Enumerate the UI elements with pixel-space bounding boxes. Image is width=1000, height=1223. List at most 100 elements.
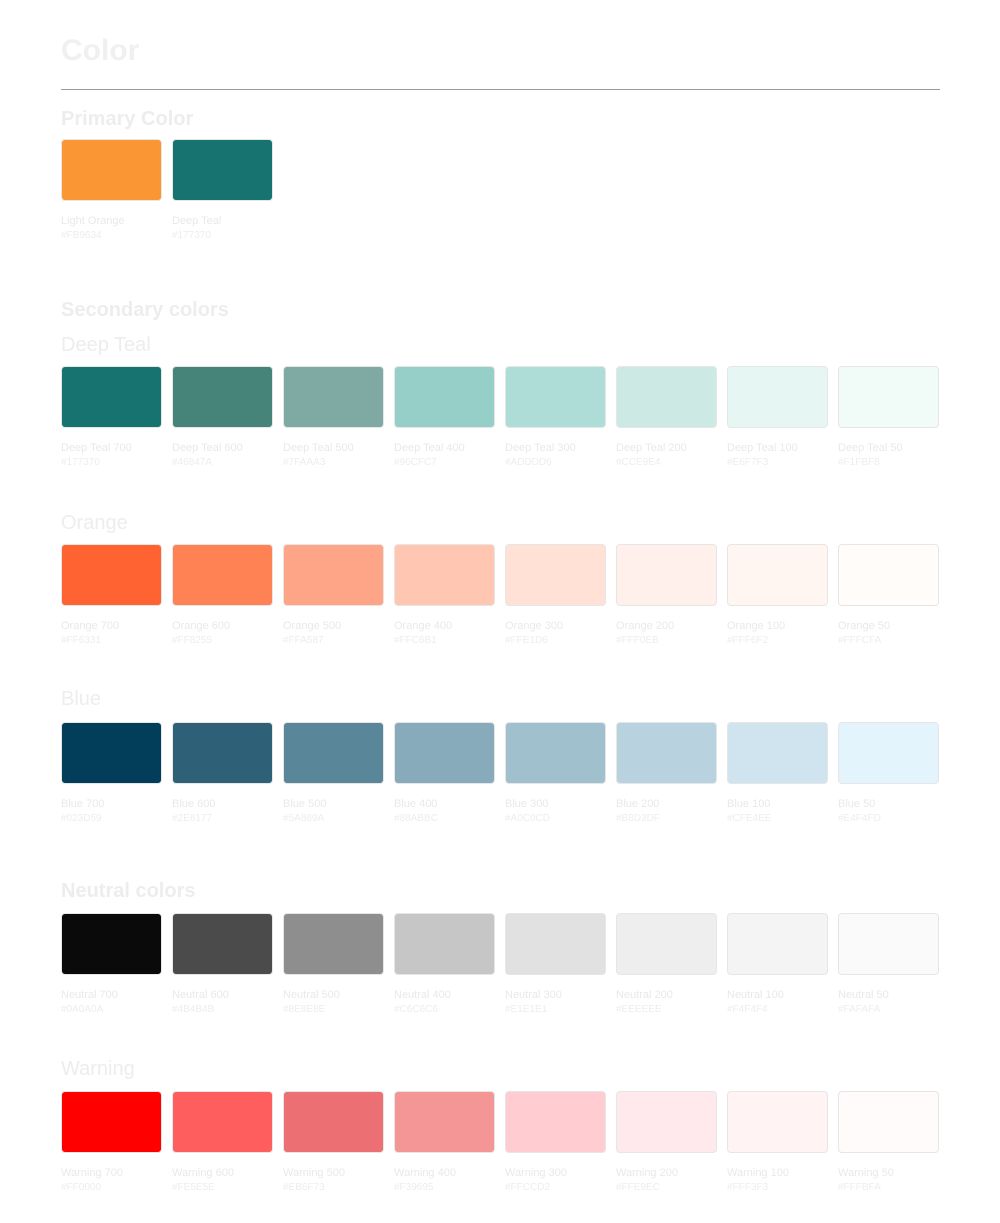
color-swatch[interactable] [172,1091,273,1153]
color-name: Orange 200 [616,620,675,632]
color-swatch[interactable] [61,544,162,606]
color-swatch[interactable] [727,1091,828,1153]
color-card: Blue 50 #E4F4FD [838,722,939,825]
primary-color-heading: Primary Color [61,108,194,130]
color-hex: #96CFC7 [394,457,437,468]
color-hex: #E4F4FD [838,813,881,824]
color-swatch[interactable] [727,544,828,606]
color-swatch[interactable] [838,544,939,606]
color-card: Orange 50 #FFFCFA [838,544,939,647]
color-card: Neutral 50 #FAFAFA [838,913,939,1016]
color-swatch[interactable] [838,366,939,428]
color-swatch[interactable] [505,1091,606,1153]
color-card: Deep Teal #177370 [172,139,273,242]
color-hex: #FFCCD2 [505,1182,551,1193]
color-name: Neutral 100 [727,989,784,1001]
color-swatch[interactable] [61,1091,162,1153]
color-swatch[interactable] [172,366,273,428]
color-swatch[interactable] [61,913,162,975]
color-card: Warning 600 #FE5E5E [172,1091,273,1194]
color-name: Blue 400 [394,798,438,810]
color-name: Warning 600 [172,1167,234,1179]
color-card: Deep Teal 400 #96CFC7 [394,366,495,469]
color-swatch[interactable] [505,913,606,975]
color-hex: #F4F4F4 [727,1004,768,1015]
color-name: Deep Teal [172,215,222,227]
primary-color-row: Light Orange #FB9634 Deep Teal #177370 [61,139,940,242]
color-card: Light Orange #FB9634 [61,139,162,242]
color-swatch[interactable] [727,913,828,975]
color-name: Neutral 700 [61,989,118,1001]
color-name: Warning 300 [505,1167,567,1179]
color-swatch[interactable] [394,366,495,428]
color-swatch[interactable] [616,1091,717,1153]
color-name: Warning 100 [727,1167,789,1179]
color-swatch[interactable] [727,722,828,784]
color-swatch[interactable] [394,722,495,784]
color-hex: #C6C6C6 [394,1004,438,1015]
color-hex: #FF0000 [61,1182,102,1193]
color-group-row: Neutral 700 #0A0A0A Neutral 600 #4B4B4B Neut… [61,913,940,1016]
color-name: Orange 400 [394,620,453,632]
color-name: Orange 50 [838,620,890,632]
color-name: Warning 50 [838,1167,894,1179]
color-swatch[interactable] [61,366,162,428]
color-name: Deep Teal 600 [172,442,243,454]
color-hex: #FFC6B1 [394,635,437,646]
color-card: Deep Teal 700 #177370 [61,366,162,469]
color-swatch[interactable] [616,366,717,428]
color-group-row: Blue 700 #023D59 Blue 600 #2E6177 Blue 500 #5… [61,722,940,825]
color-hex: #EB6F73 [283,1182,325,1193]
color-card: Blue 200 #B8D3DF [616,722,717,825]
color-hex: #E6F7F3 [727,457,769,468]
color-swatch[interactable] [394,913,495,975]
color-card: Warning 500 #EB6F73 [283,1091,384,1194]
color-swatch[interactable] [505,366,606,428]
color-swatch[interactable] [283,366,384,428]
color-swatch[interactable] [394,544,495,606]
color-card: Warning 400 #F39695 [394,1091,495,1194]
color-swatch[interactable] [727,366,828,428]
color-swatch[interactable] [283,1091,384,1153]
color-card: Blue 300 #A0C0CD [505,722,606,825]
color-swatch[interactable] [283,913,384,975]
color-group-row: Deep Teal 700 #177370 Deep Teal 600 #46847A… [61,366,940,469]
color-swatch[interactable] [283,544,384,606]
color-hex: #177370 [172,230,211,241]
color-name: Warning 400 [394,1167,456,1179]
secondary-colors-heading: Secondary colors [61,299,229,321]
color-swatch[interactable] [505,544,606,606]
color-name: Blue 300 [505,798,549,810]
color-swatch[interactable] [616,913,717,975]
color-card: Blue 700 #023D59 [61,722,162,825]
color-swatch[interactable] [616,544,717,606]
color-swatch[interactable] [172,913,273,975]
color-card: Orange 500 #FFA587 [283,544,384,647]
color-card: Deep Teal 300 #ADDDD6 [505,366,606,469]
color-swatch[interactable] [838,1091,939,1153]
color-hex: #0A0A0A [61,1004,104,1015]
color-name: Blue 200 [616,798,660,810]
color-name: Warning 200 [616,1167,678,1179]
color-card: Deep Teal 600 #46847A [172,366,273,469]
color-hex: #B8D3DF [616,813,660,824]
color-hex: #88ABBC [394,813,438,824]
page-title: Color [61,34,140,67]
color-group-heading: Neutral colors [61,880,196,902]
color-name: Orange 100 [727,620,786,632]
color-card: Blue 100 #CFE4EE [727,722,828,825]
color-name: Neutral 400 [394,989,451,1001]
color-swatch[interactable] [172,139,273,201]
color-swatch[interactable] [283,722,384,784]
color-swatch[interactable] [505,722,606,784]
color-name: Blue 50 [838,798,876,810]
color-name: Neutral 500 [283,989,340,1001]
color-swatch[interactable] [172,544,273,606]
color-swatch[interactable] [394,1091,495,1153]
color-swatch[interactable] [61,722,162,784]
color-swatch[interactable] [61,139,162,201]
color-swatch[interactable] [838,722,939,784]
color-swatch[interactable] [838,913,939,975]
color-swatch[interactable] [616,722,717,784]
color-swatch[interactable] [172,722,273,784]
